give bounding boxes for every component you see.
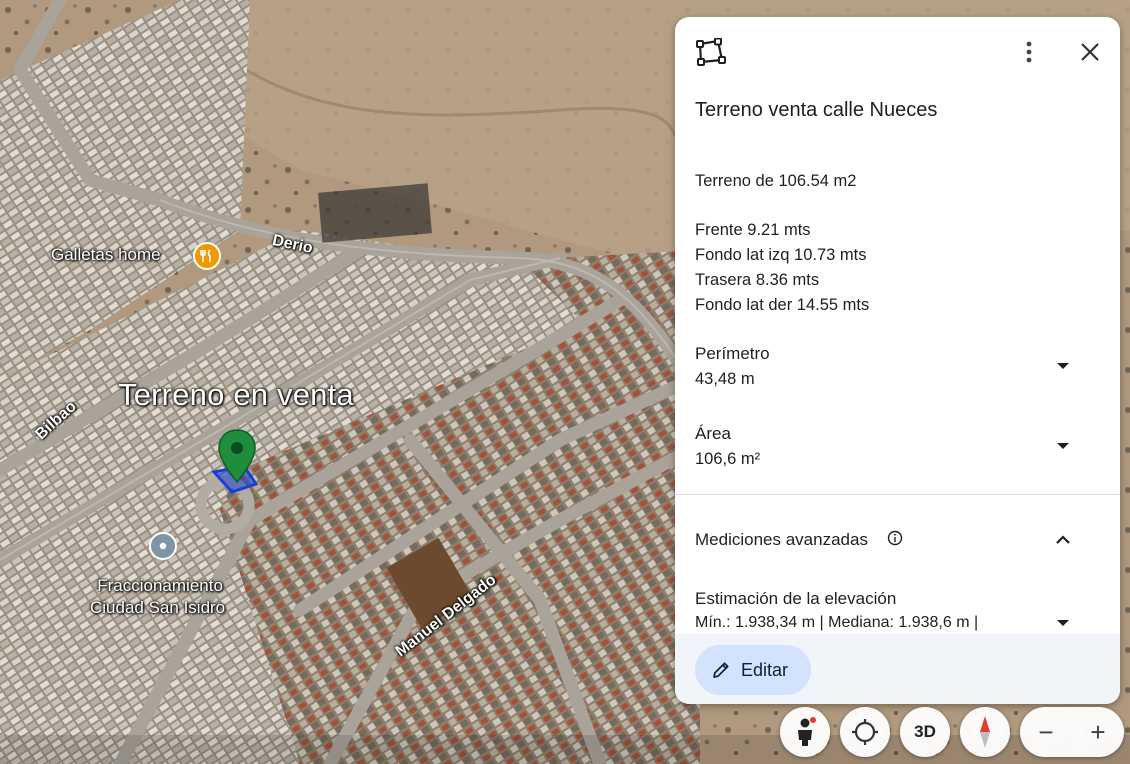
- close-icon[interactable]: [1072, 34, 1108, 70]
- zoom-in-button[interactable]: +: [1072, 707, 1124, 757]
- three-d-button[interactable]: 3D: [900, 707, 950, 757]
- area-value: 106,6 m²: [695, 450, 761, 468]
- area-label: Área: [695, 424, 731, 443]
- panel-footer: Editar: [675, 634, 1120, 704]
- zoom-out-label: −: [1038, 716, 1054, 747]
- description-line: Trasera 8.36 mts: [695, 271, 820, 289]
- area-row[interactable]: Área 106,6 m²: [675, 424, 1120, 484]
- description-line: Frente 9.21 mts: [695, 221, 811, 239]
- three-d-label: 3D: [914, 722, 936, 741]
- poi-label-line2: Ciudad San Isidro: [90, 598, 226, 617]
- map-pin-icon[interactable]: [216, 428, 258, 484]
- perimeter-row[interactable]: Perímetro 43,48 m: [675, 344, 1120, 404]
- description-line: Fondo lat izq 10.73 mts: [695, 246, 867, 264]
- elevation-row[interactable]: Estimación de la elevación Mín.: 1.938,3…: [675, 587, 1120, 637]
- divider: [675, 494, 1120, 495]
- details-panel: Terreno venta calle Nueces Terreno de 10…: [675, 17, 1120, 704]
- advanced-measurements-header[interactable]: Mediciones avanzadas: [675, 525, 1120, 555]
- place-icon[interactable]: [149, 532, 177, 560]
- more-options-icon[interactable]: [1011, 34, 1047, 70]
- pegman-icon: [798, 717, 816, 746]
- panel-title: Terreno venta calle Nueces: [695, 99, 938, 121]
- perimeter-label: Perímetro: [695, 344, 770, 363]
- poi-label-line1: Fraccionamiento: [97, 576, 223, 595]
- edit-button[interactable]: Editar: [695, 645, 811, 695]
- perimeter-value: 43,48 m: [695, 370, 755, 388]
- chevron-up-icon[interactable]: [1053, 530, 1073, 550]
- zoom-controls: − +: [1020, 707, 1124, 757]
- description-line: Fondo lat der 14.55 mts: [695, 296, 870, 314]
- edit-button-label: Editar: [741, 659, 789, 680]
- poi-label-galletas-home[interactable]: Galletas home: [51, 245, 161, 265]
- elevation-label: Estimación de la elevación: [695, 589, 897, 608]
- elevation-value: Mín.: 1.938,34 m | Mediana: 1.938,6 m |: [695, 614, 979, 631]
- info-icon[interactable]: [887, 530, 903, 546]
- zoom-in-label: +: [1090, 716, 1106, 747]
- recenter-button[interactable]: [840, 707, 890, 757]
- description: Terreno de 106.54 m2 Frente 9.21 mts Fon…: [695, 169, 869, 318]
- compass-icon: [980, 716, 990, 748]
- poi-label-fraccionamiento[interactable]: Fraccionamiento Ciudad San Isidro: [90, 575, 225, 619]
- zoom-out-button[interactable]: −: [1020, 707, 1072, 757]
- pencil-icon: [713, 662, 729, 678]
- dropdown-arrow-icon[interactable]: [1053, 356, 1073, 376]
- description-line: Terreno de 106.54 m2: [695, 172, 857, 190]
- polygon-icon: [692, 34, 728, 70]
- dropdown-arrow-icon[interactable]: [1053, 436, 1073, 456]
- crosshair-icon: [852, 719, 878, 745]
- advanced-measurements-label: Mediciones avanzadas: [695, 530, 868, 549]
- street-view-button[interactable]: [780, 707, 830, 757]
- dropdown-arrow-icon[interactable]: [1053, 613, 1073, 633]
- placemark-label[interactable]: Terreno en venta: [118, 377, 354, 413]
- compass-button[interactable]: [960, 707, 1010, 757]
- restaurant-icon[interactable]: [193, 242, 221, 270]
